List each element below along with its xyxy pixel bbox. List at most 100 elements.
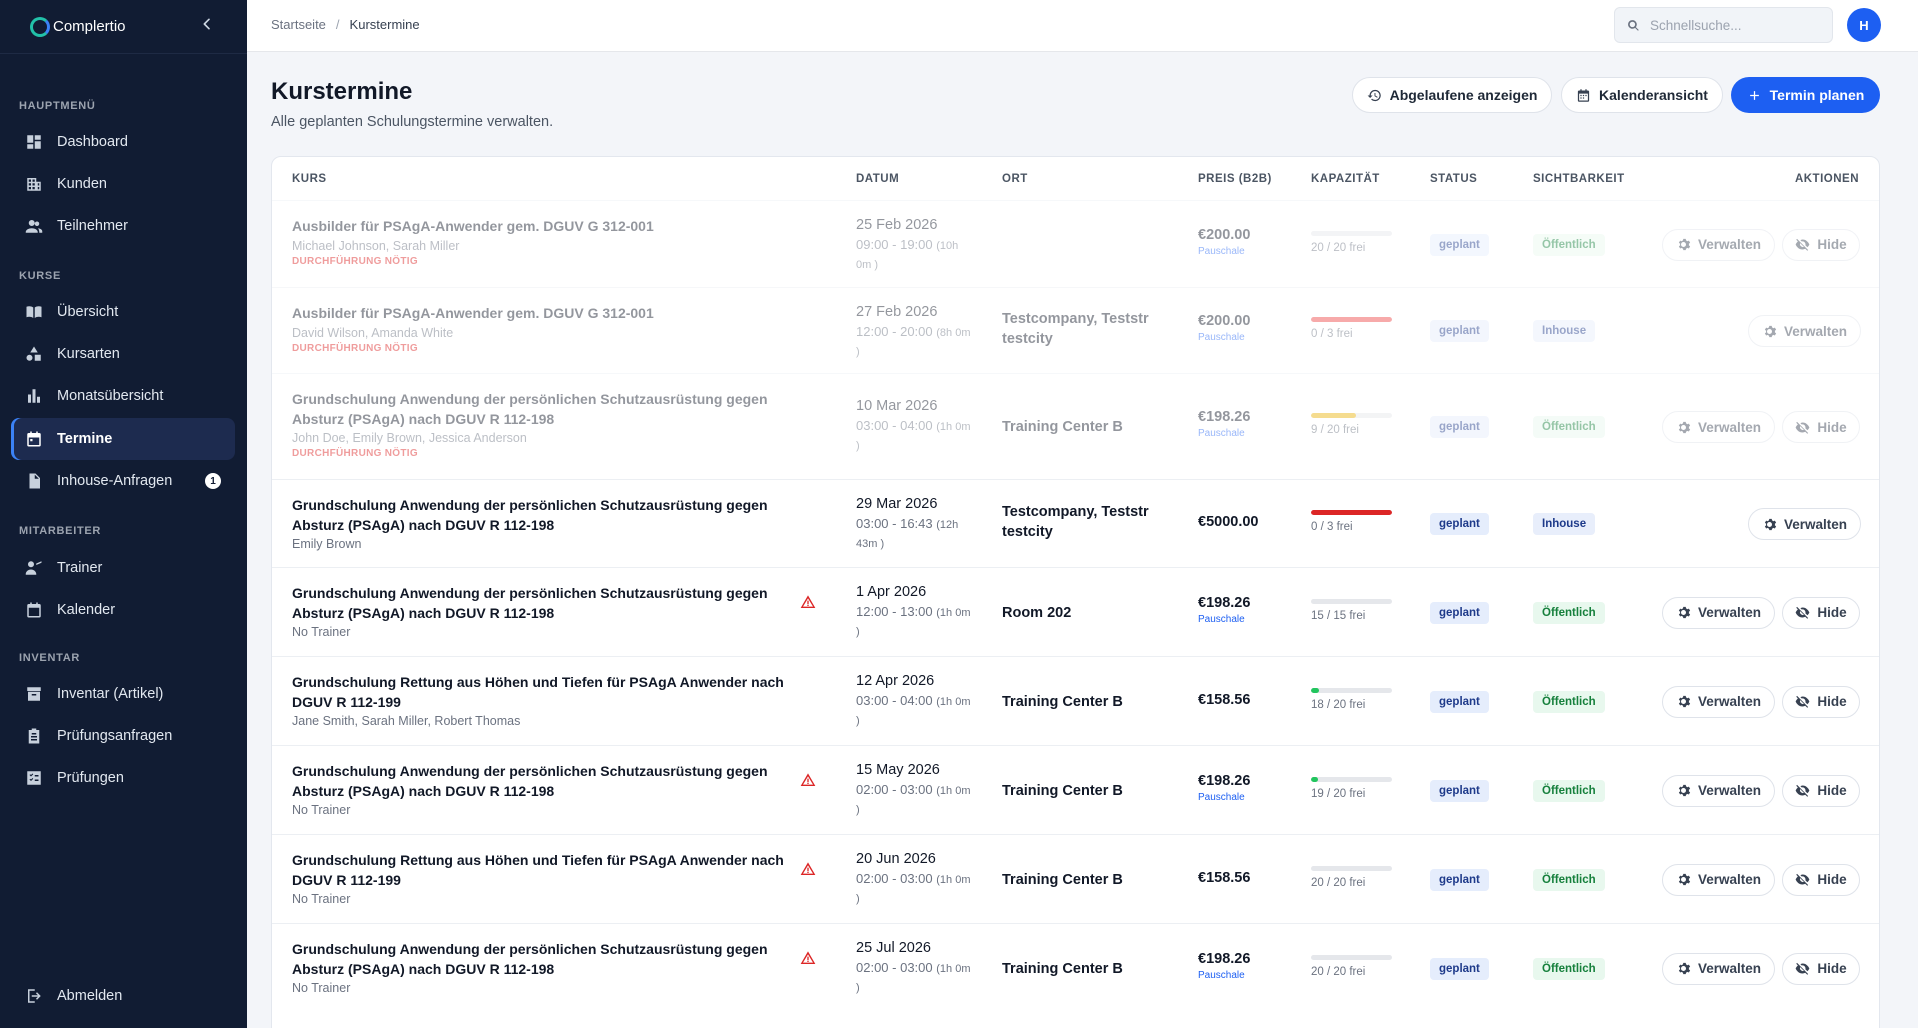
hide-button[interactable]: Hide [1782,863,1860,896]
table-row[interactable]: Grundschulung Anwendung der persönlichen… [272,373,1879,479]
location: Testcompany, Teststr testcity [1002,311,1149,347]
manage-button[interactable]: Verwalten [1662,863,1775,896]
manage-button[interactable]: Verwalten [1662,774,1775,807]
sidebar-item-4[interactable]: Kursarten [11,333,235,375]
table-row[interactable]: Grundschulung Anwendung der persönlichen… [272,567,1879,656]
course-title[interactable]: Grundschulung Anwendung der persönlichen… [292,496,812,535]
collapse-sidebar-icon[interactable] [197,16,217,37]
capacity-bar [1311,776,1392,782]
capacity-text: 19 / 20 frei [1311,787,1366,800]
table-row[interactable]: Ausbilder für PSAgA-Anwender gem. DGUV G… [272,287,1879,373]
breadcrumb-home[interactable]: Startseite [271,17,326,32]
search-input[interactable]: Schnellsuche... [1614,7,1833,43]
status-badge: geplant [1430,601,1489,624]
book-icon [25,303,43,321]
table-row[interactable]: Ausbilder für PSAgA-Anwender gem. DGUV G… [272,200,1879,287]
course-title[interactable]: Grundschulung Anwendung der persönlichen… [292,762,792,801]
column-header-1: DATUM [856,173,900,185]
capacity-bar [1311,510,1392,515]
sidebar: Complertio HAUPTMENÜ KURSE MITARBEITER INVE… [0,0,247,1028]
gear-icon [1678,421,1691,433]
sidebar-item-7[interactable]: Inhouse-Anfragen 1 [11,460,235,502]
course-title[interactable]: Grundschulung Anwendung der persönlichen… [292,584,792,623]
capacity-bar-fill [1311,776,1318,782]
table-row[interactable]: Grundschulung Rettung aus Höhen und Tief… [272,656,1879,745]
show-expired-button[interactable]: Abgelaufene anzeigen [1352,77,1552,113]
course-cell: Grundschulung Anwendung der persönlichen… [292,762,792,817]
calendar-view-button[interactable]: Kalenderansicht [1561,77,1723,113]
manage-button[interactable]: Verwalten [1662,228,1775,261]
logout-button[interactable]: Abmelden [11,975,235,1017]
manage-button[interactable]: Verwalten [1748,315,1861,347]
manage-button[interactable]: Verwalten [1748,508,1861,540]
table-row[interactable]: Grundschulung Anwendung der persönlichen… [272,923,1879,1012]
capacity-cell: 0 / 3 frei [1311,317,1411,340]
visibility-badge: Inhouse [1533,513,1596,535]
price: €158.56 [1198,691,1251,708]
app-logo[interactable]: Complertio [30,16,126,37]
date: 27 Feb 2026 [856,304,938,320]
course-title[interactable]: Grundschulung Rettung aus Höhen und Tief… [292,673,812,712]
manage-button[interactable]: Verwalten [1662,411,1775,443]
sidebar-item-8[interactable]: Trainer [11,547,235,589]
course-cell: Grundschulung Anwendung der persönlichen… [292,940,792,995]
course-cell: Ausbilder für PSAgA-Anwender gem. DGUV G… [292,304,812,354]
sidebar-item-0[interactable]: Dashboard [11,121,235,163]
price-note: Pauschale [1198,613,1245,625]
calendar-icon [25,430,43,448]
table-row[interactable]: Grundschulung Anwendung der persönlichen… [272,479,1879,567]
eye-off-icon [1795,962,1810,975]
manage-label: Verwalten [1783,323,1848,339]
hide-button[interactable]: Hide [1782,952,1860,985]
search-icon [1628,19,1639,31]
visibility-badge: Öffentlich [1533,416,1605,438]
table-row[interactable]: Grundschulung Rettung aus Höhen und Tief… [272,834,1879,923]
logo-icon [30,16,50,37]
course-title[interactable]: Ausbilder für PSAgA-Anwender gem. DGUV G… [292,304,812,324]
hide-button[interactable]: Hide [1782,411,1860,443]
course-title[interactable]: Grundschulung Anwendung der persönlichen… [292,940,792,979]
time: 02:00 - 03:00 [856,782,933,797]
course-title[interactable]: Grundschulung Anwendung der persönlichen… [292,390,812,429]
manage-button[interactable]: Verwalten [1662,952,1775,985]
manage-button[interactable]: Verwalten [1662,596,1775,629]
price: €200.00 [1198,226,1251,243]
time: 03:00 - 04:00 [856,693,933,708]
sidebar-section-1: HAUPTMENÜ [19,100,96,112]
hide-button[interactable]: Hide [1782,685,1860,718]
sidebar-item-2[interactable]: Teilnehmer [11,205,235,247]
avatar[interactable]: H [1847,8,1881,42]
sidebar-item-11[interactable]: Prüfungsanfragen [11,715,235,757]
warning-icon [800,772,816,786]
course-title[interactable]: Grundschulung Rettung aus Höhen und Tief… [292,851,792,890]
sidebar-item-12[interactable]: Prüfungen [11,757,235,799]
price-note: Pauschale [1198,969,1245,981]
hide-button[interactable]: Hide [1782,596,1860,629]
app-name: Complertio [53,18,126,35]
sidebar-item-9[interactable]: Kalender [11,589,235,631]
hide-button[interactable]: Hide [1782,228,1860,261]
time: 02:00 - 03:00 [856,871,933,886]
time-range: 12:00 - 20:00 (8h 0m ) [856,323,976,361]
date-cell: 29 Mar 2026 03:00 - 16:43 (12h 43m ) [856,496,976,553]
hide-button[interactable]: Hide [1782,774,1860,807]
course-title[interactable]: Ausbilder für PSAgA-Anwender gem. DGUV G… [292,217,812,237]
sidebar-item-3[interactable]: Übersicht [11,291,235,333]
course-trainers: Jane Smith, Sarah Miller, Robert Thomas [292,714,521,728]
visibility-badge: Inhouse [1533,320,1596,342]
sidebar-item-10[interactable]: Inventar (Artikel) [11,673,235,715]
column-header-2: ORT [1002,173,1028,185]
sidebar-section-2: KURSE [19,270,62,282]
sidebar-item-6[interactable]: Termine [11,418,235,460]
price-cell: €158.56 [1198,870,1298,886]
sidebar-item-5[interactable]: Monatsübersicht [11,375,235,417]
sidebar-item-1[interactable]: Kunden [11,163,235,205]
capacity-bar-fill [1311,687,1320,693]
plan-appointment-button[interactable]: Termin planen [1731,77,1880,113]
calendar-outline-icon [25,601,43,619]
date: 25 Feb 2026 [856,217,938,233]
eye-off-icon [1795,784,1810,797]
table-row[interactable]: Grundschulung Anwendung der persönlichen… [272,745,1879,834]
manage-button[interactable]: Verwalten [1662,685,1775,718]
manage-label: Verwalten [1697,961,1762,976]
